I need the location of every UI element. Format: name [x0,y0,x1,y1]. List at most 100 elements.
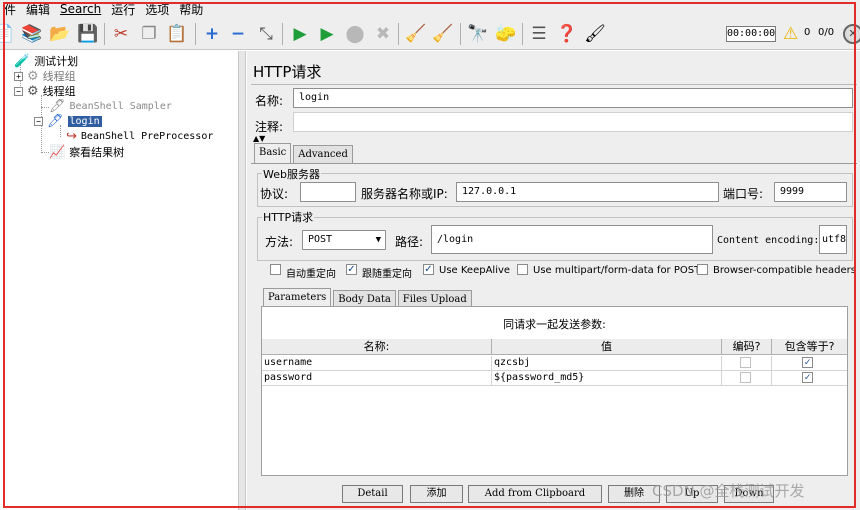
tab-advanced[interactable]: Advanced [293,145,353,163]
server-label: 服务器名称或IP: [361,187,448,201]
tree-node-label: 察看结果树 [69,146,125,159]
http-request-group-title: HTTP请求 [262,209,315,225]
help-icon[interactable]: ❓ [555,22,579,46]
follow-redirect-checkbox[interactable]: ✓ [346,264,357,275]
column-header-value[interactable]: 值 [492,339,722,355]
include-equals-checkbox[interactable]: ✓ [802,372,813,383]
cut-icon[interactable]: ✂ [109,22,133,46]
port-label: 端口号: [723,187,764,201]
reset-search-icon[interactable]: 🧽 [494,22,518,46]
browser-headers-label: Browser-compatible headers [713,265,856,276]
menu-file[interactable]: 件 [4,1,16,18]
tree-node-thread-group-1[interactable]: + ⚙ 线程组 [14,68,76,84]
param-value-cell[interactable]: ${password_md5} [492,371,722,386]
add-from-clipboard-button[interactable]: Add from Clipboard [468,485,602,503]
preprocessor-icon: ↪ [66,128,77,144]
param-value-cell[interactable]: qzcsbj [492,356,722,371]
search-icon[interactable]: 🔭 [466,22,490,46]
table-row[interactable]: password ${password_md5} ✓ [262,371,847,386]
column-header-name[interactable]: 名称: [262,339,492,355]
collapse-icon[interactable]: − [226,22,250,46]
page-title: HTTP请求 [253,63,322,81]
browser-headers-checkbox[interactable] [697,264,708,275]
clear-all-icon[interactable]: 🧹 [431,22,455,46]
open-icon[interactable]: 📂 [48,22,72,46]
tree-node-view-results-tree[interactable]: 📈 察看结果树 [49,144,124,160]
comment-label: 注释: [255,120,284,134]
templates-icon[interactable]: 📚 [20,22,44,46]
thread-ratio: 0/0 [818,27,835,38]
start-no-pauses-icon[interactable]: ▶ [315,22,339,46]
start-icon[interactable]: ▶ [288,22,312,46]
tree-node-label: BeanShell PreProcessor [80,130,214,142]
pipette-icon: 🖊 [47,113,64,129]
column-header-encode[interactable]: 编码? [722,339,772,355]
port-field[interactable]: 9999 [774,182,847,202]
collapse-toggle-icon[interactable]: − [34,116,43,126]
path-field[interactable]: /login [431,225,713,254]
shutdown-icon[interactable]: ✖ [371,22,395,46]
tree-node-thread-group-2[interactable]: − ⚙ 线程组 [14,83,76,99]
gear-icon: ⚙ [27,68,39,84]
expand-icon[interactable]: + [200,22,224,46]
menu-edit[interactable]: 编辑 [26,1,50,18]
keepalive-checkbox[interactable]: ✓ [423,264,434,275]
param-name-cell[interactable]: password [262,371,492,386]
method-select[interactable]: POST ▼ [302,230,386,250]
name-field[interactable]: login [293,88,853,108]
detail-button[interactable]: Detail [342,485,403,503]
expand-toggle-icon[interactable]: + [14,71,23,81]
function-helper-icon[interactable]: ☰ [527,22,551,46]
server-field[interactable]: 127.0.0.1 [456,182,719,202]
menu-options[interactable]: 选项 [145,1,169,18]
auto-redirect-checkbox[interactable] [270,264,281,275]
tree-node-test-plan[interactable]: 🧪 测试计划 [14,53,78,69]
menu-search[interactable]: Search [60,2,101,16]
protocol-field[interactable] [300,182,356,202]
tree-node-beanshell-sampler[interactable]: 🖊 BeanShell Sampler [49,98,172,114]
encoding-field[interactable]: utf8 [819,225,847,254]
warning-icon[interactable]: ⚠ [783,24,798,44]
collapse-toggle-icon[interactable]: − [14,86,23,96]
parameters-table: 同请求一起发送参数: 名称: 值 编码? 包含等于? username qzcs… [261,306,848,476]
table-header: 名称: 值 编码? 包含等于? [262,339,847,355]
remote-icon[interactable]: 🖌 [583,22,607,46]
multipart-label: Use multipart/form-data for POST [533,265,701,276]
save-icon[interactable]: 💾 [76,22,100,46]
new-icon[interactable]: 📄 [0,22,16,46]
table-row[interactable]: username qzcsbj ✓ [262,356,847,371]
include-equals-checkbox[interactable]: ✓ [802,357,813,368]
encode-checkbox[interactable] [740,372,751,383]
warning-count: 0 [804,27,811,38]
menu-run[interactable]: 运行 [111,1,135,18]
parameters-caption: 同请求一起发送参数: [503,318,606,331]
keepalive-label: Use KeepAlive [439,265,511,276]
param-name-cell[interactable]: username [262,356,492,371]
divider-arrows-icon[interactable]: ▲▼ [253,134,265,143]
tree-node-label: 线程组 [42,70,76,83]
stop-icon[interactable]: ⬤ [343,22,367,46]
menu-help[interactable]: 帮助 [179,1,203,18]
encode-checkbox[interactable] [740,357,751,368]
copy-icon[interactable]: ❐ [137,22,161,46]
path-label: 路径: [395,235,424,249]
tab-basic[interactable]: Basic [254,143,292,163]
clear-icon[interactable]: 🧹 [404,22,428,46]
encoding-label: Content encoding: [717,235,820,246]
tab-parameters[interactable]: Parameters [263,288,332,308]
toggle-icon[interactable]: ⤡ [254,22,278,46]
add-button[interactable]: 添加 [410,485,463,503]
tree-node-beanshell-preprocessor[interactable]: ↪ BeanShell PreProcessor [66,128,213,144]
comment-field[interactable] [293,112,853,132]
listener-icon: 📈 [49,144,66,160]
tree-node-login[interactable]: − 🖊 login [34,113,102,129]
menu-bar: 件 编辑 Search 运行 选项 帮助 [0,0,860,18]
column-header-include-equals[interactable]: 包含等于? [772,339,847,355]
toolbar: 📄 📚 📂 💾 ✂ ❐ 📋 + − ⤡ ▶ ▶ ⬤ ✖ 🧹 🧹 🔭 🧽 ☰ ❓ … [0,18,860,50]
multipart-checkbox[interactable] [517,264,528,275]
split-pane-divider[interactable] [238,51,246,510]
tree-node-label: 测试计划 [34,55,79,68]
paste-icon[interactable]: 📋 [165,22,189,46]
name-label: 名称: [255,94,284,108]
remote-status-icon: ✕ [843,24,860,44]
